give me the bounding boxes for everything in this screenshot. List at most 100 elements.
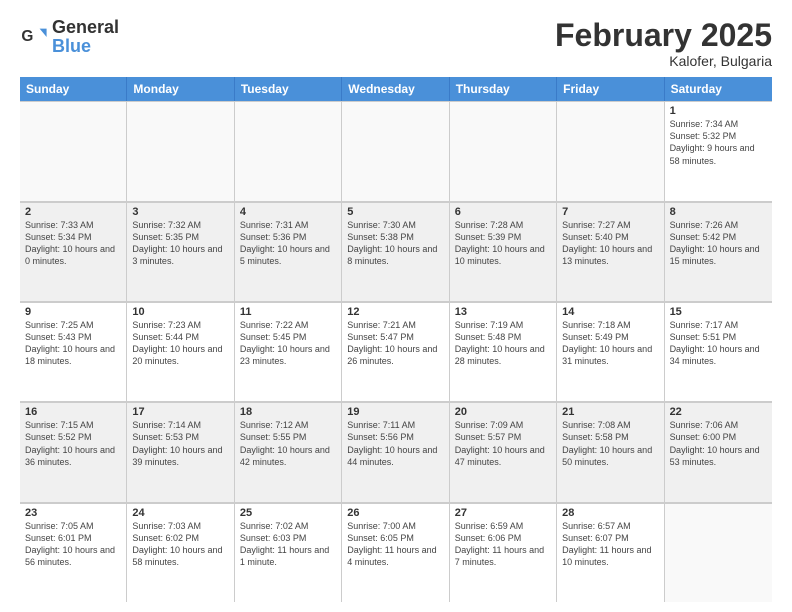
calendar-week-4: 16Sunrise: 7:15 AM Sunset: 5:52 PM Dayli… <box>20 402 772 502</box>
logo: G General Blue <box>20 18 119 56</box>
calendar-cell <box>127 101 234 200</box>
day-number: 27 <box>455 507 551 519</box>
day-number: 12 <box>347 306 443 318</box>
calendar-week-5: 23Sunrise: 7:05 AM Sunset: 6:01 PM Dayli… <box>20 503 772 602</box>
logo-icon: G <box>20 23 48 51</box>
location: Kalofer, Bulgaria <box>555 53 772 69</box>
calendar-cell: 18Sunrise: 7:12 AM Sunset: 5:55 PM Dayli… <box>235 402 342 501</box>
calendar-cell: 9Sunrise: 7:25 AM Sunset: 5:43 PM Daylig… <box>20 302 127 401</box>
day-number: 5 <box>347 206 443 218</box>
calendar-cell: 27Sunrise: 6:59 AM Sunset: 6:06 PM Dayli… <box>450 503 557 602</box>
day-header-wednesday: Wednesday <box>342 77 449 101</box>
day-number: 15 <box>670 306 767 318</box>
cell-detail: Sunrise: 7:08 AM Sunset: 5:58 PM Dayligh… <box>562 419 658 468</box>
cell-detail: Sunrise: 7:05 AM Sunset: 6:01 PM Dayligh… <box>25 520 121 569</box>
calendar: SundayMondayTuesdayWednesdayThursdayFrid… <box>20 77 772 602</box>
calendar-cell: 6Sunrise: 7:28 AM Sunset: 5:39 PM Daylig… <box>450 202 557 301</box>
cell-detail: Sunrise: 7:26 AM Sunset: 5:42 PM Dayligh… <box>670 219 767 268</box>
calendar-week-2: 2Sunrise: 7:33 AM Sunset: 5:34 PM Daylig… <box>20 202 772 302</box>
cell-detail: Sunrise: 6:59 AM Sunset: 6:06 PM Dayligh… <box>455 520 551 569</box>
cell-detail: Sunrise: 7:28 AM Sunset: 5:39 PM Dayligh… <box>455 219 551 268</box>
calendar-cell: 7Sunrise: 7:27 AM Sunset: 5:40 PM Daylig… <box>557 202 664 301</box>
day-header-sunday: Sunday <box>20 77 127 101</box>
calendar-cell: 10Sunrise: 7:23 AM Sunset: 5:44 PM Dayli… <box>127 302 234 401</box>
cell-detail: Sunrise: 7:25 AM Sunset: 5:43 PM Dayligh… <box>25 319 121 368</box>
cell-detail: Sunrise: 7:27 AM Sunset: 5:40 PM Dayligh… <box>562 219 658 268</box>
cell-detail: Sunrise: 7:23 AM Sunset: 5:44 PM Dayligh… <box>132 319 228 368</box>
day-number: 1 <box>670 105 767 117</box>
calendar-cell: 16Sunrise: 7:15 AM Sunset: 5:52 PM Dayli… <box>20 402 127 501</box>
calendar-header: SundayMondayTuesdayWednesdayThursdayFrid… <box>20 77 772 101</box>
calendar-cell: 11Sunrise: 7:22 AM Sunset: 5:45 PM Dayli… <box>235 302 342 401</box>
cell-detail: Sunrise: 7:21 AM Sunset: 5:47 PM Dayligh… <box>347 319 443 368</box>
cell-detail: Sunrise: 7:03 AM Sunset: 6:02 PM Dayligh… <box>132 520 228 569</box>
day-number: 21 <box>562 406 658 418</box>
cell-detail: Sunrise: 7:09 AM Sunset: 5:57 PM Dayligh… <box>455 419 551 468</box>
calendar-cell: 8Sunrise: 7:26 AM Sunset: 5:42 PM Daylig… <box>665 202 772 301</box>
calendar-cell: 17Sunrise: 7:14 AM Sunset: 5:53 PM Dayli… <box>127 402 234 501</box>
calendar-cell <box>342 101 449 200</box>
day-number: 24 <box>132 507 228 519</box>
day-number: 9 <box>25 306 121 318</box>
cell-detail: Sunrise: 7:31 AM Sunset: 5:36 PM Dayligh… <box>240 219 336 268</box>
calendar-cell: 5Sunrise: 7:30 AM Sunset: 5:38 PM Daylig… <box>342 202 449 301</box>
calendar-cell: 2Sunrise: 7:33 AM Sunset: 5:34 PM Daylig… <box>20 202 127 301</box>
calendar-cell: 15Sunrise: 7:17 AM Sunset: 5:51 PM Dayli… <box>665 302 772 401</box>
cell-detail: Sunrise: 7:34 AM Sunset: 5:32 PM Dayligh… <box>670 118 767 167</box>
calendar-cell: 20Sunrise: 7:09 AM Sunset: 5:57 PM Dayli… <box>450 402 557 501</box>
cell-detail: Sunrise: 7:15 AM Sunset: 5:52 PM Dayligh… <box>25 419 121 468</box>
calendar-cell: 3Sunrise: 7:32 AM Sunset: 5:35 PM Daylig… <box>127 202 234 301</box>
cell-detail: Sunrise: 7:12 AM Sunset: 5:55 PM Dayligh… <box>240 419 336 468</box>
calendar-cell: 25Sunrise: 7:02 AM Sunset: 6:03 PM Dayli… <box>235 503 342 602</box>
calendar-cell: 12Sunrise: 7:21 AM Sunset: 5:47 PM Dayli… <box>342 302 449 401</box>
month-title: February 2025 <box>555 18 772 53</box>
title-block: February 2025 Kalofer, Bulgaria <box>555 18 772 69</box>
cell-detail: Sunrise: 7:18 AM Sunset: 5:49 PM Dayligh… <box>562 319 658 368</box>
calendar-cell <box>20 101 127 200</box>
day-number: 3 <box>132 206 228 218</box>
cell-detail: Sunrise: 7:00 AM Sunset: 6:05 PM Dayligh… <box>347 520 443 569</box>
day-number: 7 <box>562 206 658 218</box>
cell-detail: Sunrise: 6:57 AM Sunset: 6:07 PM Dayligh… <box>562 520 658 569</box>
day-number: 17 <box>132 406 228 418</box>
cell-detail: Sunrise: 7:11 AM Sunset: 5:56 PM Dayligh… <box>347 419 443 468</box>
day-number: 22 <box>670 406 767 418</box>
day-number: 25 <box>240 507 336 519</box>
cell-detail: Sunrise: 7:22 AM Sunset: 5:45 PM Dayligh… <box>240 319 336 368</box>
cell-detail: Sunrise: 7:17 AM Sunset: 5:51 PM Dayligh… <box>670 319 767 368</box>
day-number: 10 <box>132 306 228 318</box>
day-number: 2 <box>25 206 121 218</box>
day-header-tuesday: Tuesday <box>235 77 342 101</box>
calendar-cell <box>235 101 342 200</box>
day-number: 14 <box>562 306 658 318</box>
day-number: 23 <box>25 507 121 519</box>
calendar-cell: 4Sunrise: 7:31 AM Sunset: 5:36 PM Daylig… <box>235 202 342 301</box>
day-number: 4 <box>240 206 336 218</box>
calendar-week-1: 1Sunrise: 7:34 AM Sunset: 5:32 PM Daylig… <box>20 101 772 201</box>
cell-detail: Sunrise: 7:32 AM Sunset: 5:35 PM Dayligh… <box>132 219 228 268</box>
calendar-cell: 21Sunrise: 7:08 AM Sunset: 5:58 PM Dayli… <box>557 402 664 501</box>
cell-detail: Sunrise: 7:06 AM Sunset: 6:00 PM Dayligh… <box>670 419 767 468</box>
calendar-cell: 26Sunrise: 7:00 AM Sunset: 6:05 PM Dayli… <box>342 503 449 602</box>
calendar-cell: 14Sunrise: 7:18 AM Sunset: 5:49 PM Dayli… <box>557 302 664 401</box>
day-number: 18 <box>240 406 336 418</box>
day-number: 8 <box>670 206 767 218</box>
cell-detail: Sunrise: 7:33 AM Sunset: 5:34 PM Dayligh… <box>25 219 121 268</box>
day-header-friday: Friday <box>557 77 664 101</box>
day-number: 28 <box>562 507 658 519</box>
logo-general: General <box>52 17 119 37</box>
day-number: 13 <box>455 306 551 318</box>
day-number: 11 <box>240 306 336 318</box>
day-header-monday: Monday <box>127 77 234 101</box>
cell-detail: Sunrise: 7:19 AM Sunset: 5:48 PM Dayligh… <box>455 319 551 368</box>
cell-detail: Sunrise: 7:02 AM Sunset: 6:03 PM Dayligh… <box>240 520 336 569</box>
calendar-week-3: 9Sunrise: 7:25 AM Sunset: 5:43 PM Daylig… <box>20 302 772 402</box>
calendar-cell: 22Sunrise: 7:06 AM Sunset: 6:00 PM Dayli… <box>665 402 772 501</box>
day-header-thursday: Thursday <box>450 77 557 101</box>
calendar-cell: 13Sunrise: 7:19 AM Sunset: 5:48 PM Dayli… <box>450 302 557 401</box>
day-number: 19 <box>347 406 443 418</box>
logo-blue: Blue <box>52 36 91 56</box>
calendar-cell: 19Sunrise: 7:11 AM Sunset: 5:56 PM Dayli… <box>342 402 449 501</box>
cell-detail: Sunrise: 7:14 AM Sunset: 5:53 PM Dayligh… <box>132 419 228 468</box>
day-number: 26 <box>347 507 443 519</box>
